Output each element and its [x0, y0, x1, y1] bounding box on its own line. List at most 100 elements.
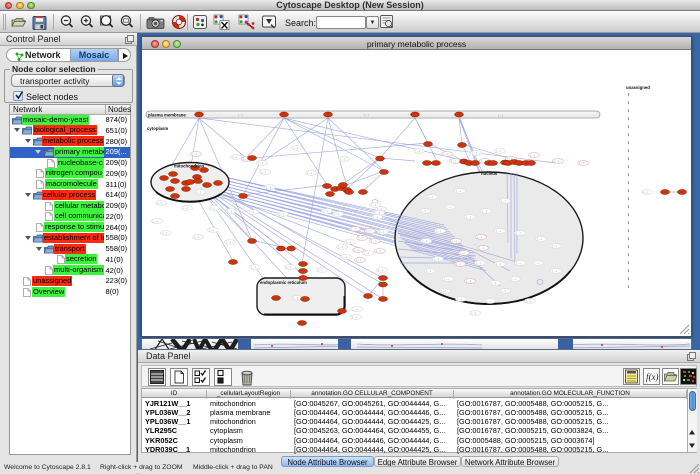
svg-text:(....): (....)	[479, 247, 484, 250]
svg-text:(....): (....)	[358, 237, 363, 240]
svg-text:(....): (....)	[373, 216, 378, 219]
svg-text:....: ....	[462, 236, 465, 238]
svg-text:(....): (....)	[457, 298, 462, 301]
svg-text:(....): (....)	[471, 312, 476, 315]
svg-text:(....): (....)	[334, 213, 339, 216]
svg-text:(....): (....)	[323, 210, 328, 213]
svg-text:(....): (....)	[534, 262, 539, 265]
svg-text:(....): (....)	[261, 171, 266, 174]
svg-text:(....): (....)	[378, 269, 383, 272]
svg-text:(....): (....)	[366, 230, 371, 233]
svg-text:(....): (....)	[346, 241, 351, 244]
svg-text:(....): (....)	[354, 249, 359, 252]
svg-text:(....): (....)	[426, 270, 431, 273]
svg-text:(....): (....)	[340, 158, 345, 161]
svg-text:(....): (....)	[210, 207, 215, 210]
svg-text:(....): (....)	[422, 240, 427, 243]
svg-text:(....): (....)	[293, 147, 298, 150]
svg-text:(....): (....)	[153, 220, 158, 223]
svg-text:cytoplasm: cytoplasm	[147, 126, 168, 131]
svg-text:....: ....	[458, 247, 461, 249]
svg-text:(....): (....)	[286, 266, 291, 269]
svg-text:(....): (....)	[486, 300, 491, 303]
svg-text:....: ....	[538, 163, 541, 165]
svg-text:f(x): f(x)	[646, 372, 659, 382]
svg-text:(....): (....)	[371, 240, 376, 243]
svg-text:....: ....	[480, 268, 483, 270]
svg-text:(....): (....)	[157, 202, 162, 205]
svg-text:(....): (....)	[530, 154, 535, 157]
svg-text:(....): (....)	[209, 229, 214, 232]
svg-text:(....): (....)	[351, 228, 356, 231]
svg-text:(....): (....)	[516, 232, 521, 235]
svg-text:(....): (....)	[266, 186, 271, 189]
svg-text:(....): (....)	[279, 213, 284, 216]
svg-text:(....): (....)	[496, 263, 501, 266]
svg-text:(....): (....)	[526, 300, 531, 303]
svg-text:(....): (....)	[451, 160, 456, 163]
svg-text:(....): (....)	[456, 263, 461, 266]
svg-text:(....): (....)	[511, 278, 516, 281]
svg-text:(....): (....)	[353, 308, 358, 311]
svg-text:(....): (....)	[428, 196, 433, 199]
svg-text:(....): (....)	[436, 230, 441, 233]
svg-text:(....): (....)	[192, 153, 197, 156]
svg-text:(....): (....)	[472, 152, 477, 155]
svg-text:(....): (....)	[444, 278, 449, 281]
svg-text:unassigned: unassigned	[626, 85, 650, 90]
svg-text:[....]: [....]	[238, 113, 243, 117]
svg-text:(....): (....)	[232, 156, 237, 159]
svg-text:....: ....	[452, 260, 455, 262]
svg-text:(....): (....)	[460, 252, 465, 255]
svg-text:(....): (....)	[226, 241, 231, 244]
svg-text:(....): (....)	[443, 153, 448, 156]
svg-text:(....): (....)	[293, 297, 298, 300]
svg-text:(....): (....)	[227, 210, 232, 213]
svg-text:(....): (....)	[183, 207, 188, 210]
svg-text:(....): (....)	[318, 269, 323, 272]
svg-text:(....): (....)	[491, 282, 496, 285]
svg-text:(....): (....)	[415, 150, 420, 153]
svg-text:plasma membrane: plasma membrane	[148, 112, 186, 117]
svg-text:(....): (....)	[643, 191, 648, 194]
svg-text:(....): (....)	[371, 204, 376, 207]
svg-text:....: ....	[484, 252, 487, 254]
svg-text:(....): (....)	[466, 216, 471, 219]
svg-text:(....): (....)	[537, 238, 542, 241]
svg-text:(....): (....)	[251, 266, 256, 269]
svg-text:(....): (....)	[554, 160, 559, 163]
svg-text:(....): (....)	[342, 256, 347, 259]
svg-text:(....): (....)	[376, 250, 381, 253]
svg-text:(....): (....)	[194, 236, 199, 239]
svg-text:....: ....	[549, 163, 552, 165]
svg-text:(....): (....)	[496, 230, 501, 233]
svg-text:(....): (....)	[249, 211, 254, 214]
svg-text:....: ....	[474, 244, 477, 246]
svg-text:(....): (....)	[258, 162, 263, 165]
svg-text:(....): (....)	[501, 290, 506, 293]
svg-text:[....]: [....]	[364, 113, 369, 117]
svg-text:(....): (....)	[352, 316, 357, 319]
svg-text:(....): (....)	[307, 172, 312, 175]
svg-text:....: ....	[561, 163, 564, 165]
svg-text:(....): (....)	[356, 259, 361, 262]
svg-text:[....]: [....]	[498, 113, 503, 117]
svg-text:(....): (....)	[552, 245, 557, 248]
svg-text:(....): (....)	[364, 252, 369, 255]
svg-text:(....): (....)	[379, 231, 384, 234]
svg-text:(....): (....)	[441, 290, 446, 293]
svg-text:(....): (....)	[162, 232, 167, 235]
svg-text:(....): (....)	[579, 162, 584, 165]
svg-text:(....): (....)	[501, 200, 506, 203]
svg-text:(....): (....)	[516, 262, 521, 265]
svg-text:(....): (....)	[446, 206, 451, 209]
svg-text:(....): (....)	[552, 270, 557, 273]
svg-text:(....): (....)	[196, 191, 201, 194]
svg-text:(....): (....)	[477, 236, 482, 239]
svg-text:(....): (....)	[421, 210, 426, 213]
svg-text:nucleus: nucleus	[481, 171, 498, 176]
svg-text:....: ....	[492, 258, 495, 260]
svg-text:(....): (....)	[496, 150, 501, 153]
svg-text:(....): (....)	[482, 210, 487, 213]
svg-text:(....): (....)	[466, 280, 471, 283]
